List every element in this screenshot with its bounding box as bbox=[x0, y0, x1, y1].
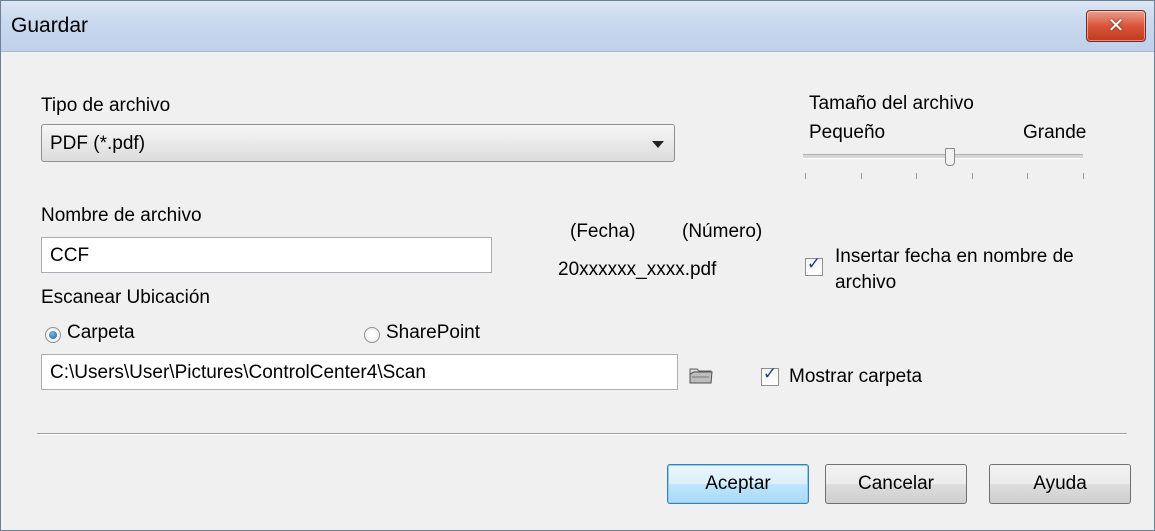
sharepoint-radio-label[interactable]: SharePoint bbox=[386, 322, 480, 344]
slider-tick bbox=[916, 173, 917, 179]
slider-tick bbox=[861, 173, 862, 179]
insert-date-label-line2: archivo bbox=[835, 272, 897, 293]
file-name-input[interactable]: CCF bbox=[41, 237, 492, 273]
folder-radio[interactable] bbox=[45, 327, 61, 343]
insert-date-checkbox[interactable]: ✓ bbox=[805, 254, 823, 276]
file-size-slider[interactable] bbox=[803, 148, 1084, 188]
checkmark-icon: ✓ bbox=[806, 254, 822, 273]
close-icon: ✕ bbox=[1107, 15, 1125, 37]
show-folder-checkbox[interactable]: ✓ bbox=[761, 364, 779, 386]
file-type-label: Tipo de archivo bbox=[41, 95, 171, 116]
ok-button[interactable]: Aceptar bbox=[667, 464, 809, 504]
scan-path-value: C:\Users\User\Pictures\ControlCenter4\Sc… bbox=[50, 362, 426, 383]
sharepoint-radio[interactable] bbox=[364, 327, 380, 343]
file-name-value: CCF bbox=[50, 245, 90, 266]
show-folder-label: Mostrar carpeta bbox=[789, 366, 923, 387]
chevron-down-icon bbox=[652, 141, 664, 148]
title-bar[interactable]: Guardar ✕ bbox=[1, 1, 1154, 52]
slider-tick bbox=[805, 173, 806, 179]
save-dialog: Guardar ✕ Tipo de archivo PDF (*.pdf) Ta… bbox=[0, 0, 1155, 531]
insert-date-label-line1: Insertar fecha en nombre de bbox=[835, 246, 1074, 267]
browse-folder-button[interactable] bbox=[689, 365, 713, 385]
file-name-label: Nombre de archivo bbox=[41, 205, 202, 226]
file-size-min-label: Pequeño bbox=[809, 122, 886, 143]
folder-icon bbox=[689, 368, 713, 384]
slider-tick bbox=[1027, 173, 1028, 179]
cancel-button[interactable]: Cancelar bbox=[825, 464, 967, 504]
slider-track bbox=[803, 154, 1083, 159]
checkmark-icon: ✓ bbox=[762, 364, 778, 383]
help-button[interactable]: Ayuda bbox=[989, 464, 1131, 504]
dialog-body: Tipo de archivo PDF (*.pdf) Tamaño del a… bbox=[1, 52, 1154, 530]
window-title: Guardar bbox=[11, 14, 89, 37]
file-name-preview: 20xxxxxx_xxxx.pdf bbox=[558, 259, 717, 280]
slider-tick bbox=[1083, 173, 1084, 179]
date-placeholder-label: (Fecha) bbox=[570, 221, 636, 242]
close-button[interactable]: ✕ bbox=[1086, 10, 1146, 42]
separator bbox=[37, 433, 1127, 435]
slider-thumb[interactable] bbox=[944, 148, 955, 166]
number-placeholder-label: (Número) bbox=[682, 221, 763, 242]
scan-path-input[interactable]: C:\Users\User\Pictures\ControlCenter4\Sc… bbox=[41, 354, 678, 390]
file-type-value: PDF (*.pdf) bbox=[50, 133, 146, 154]
file-size-max-label: Grande bbox=[1023, 122, 1087, 143]
file-type-select[interactable]: PDF (*.pdf) bbox=[41, 124, 675, 162]
file-size-label: Tamaño del archivo bbox=[809, 93, 974, 114]
folder-radio-label[interactable]: Carpeta bbox=[67, 322, 135, 344]
slider-tick bbox=[972, 173, 973, 179]
scan-location-label: Escanear Ubicación bbox=[41, 287, 210, 308]
